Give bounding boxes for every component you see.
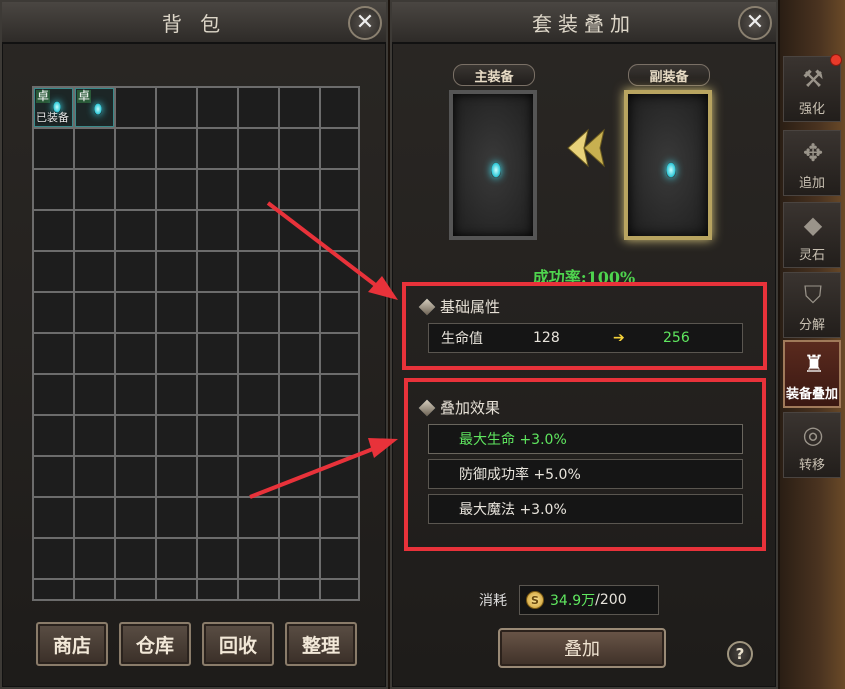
tab-label: 分解 <box>798 318 825 333</box>
bag-grid: 卓 已装备 卓 <box>32 86 360 601</box>
stack-close-button[interactable]: ✕ <box>738 6 772 40</box>
close-icon: ✕ <box>745 10 765 35</box>
close-icon: ✕ <box>355 10 375 35</box>
tab-label: 转移 <box>798 458 825 473</box>
recycle-button[interactable]: 回收 <box>202 622 274 666</box>
tab-append[interactable]: ✥ 追加 <box>783 130 841 196</box>
bag-close-button[interactable]: ✕ <box>348 6 382 40</box>
bag-title: 背 包 <box>2 2 386 44</box>
shop-button[interactable]: 商店 <box>36 622 108 666</box>
gold-coin-icon: S <box>526 591 544 609</box>
crystal-icon: ◆ <box>803 211 823 239</box>
tab-label: 灵石 <box>798 248 825 263</box>
double-chevron-left-icon <box>567 128 605 168</box>
stack-button[interactable]: 叠加 <box>498 628 666 668</box>
highlight-box-stack-effect <box>404 378 766 551</box>
tab-label: 追加 <box>798 176 825 191</box>
grade-badge: 卓 <box>36 89 51 103</box>
bag-slot-item[interactable]: 卓 <box>75 88 114 127</box>
bag-slot-equipped-item[interactable]: 卓 已装备 <box>34 88 73 127</box>
armor-icon: ♜ <box>803 350 825 378</box>
bag-panel: 背 包 ✕ 卓 已装备 卓 商店 仓库 回收 整理 <box>0 0 388 689</box>
warehouse-button[interactable]: 仓库 <box>119 622 191 666</box>
main-equip-label: 主装备 <box>453 64 535 86</box>
sub-equip-label: 副装备 <box>628 64 710 86</box>
hammer-icon: ⚒ <box>802 65 824 93</box>
tab-decompose[interactable]: ⛉ 分解 <box>783 272 841 338</box>
gem-icon <box>94 103 102 115</box>
gem-icon <box>491 162 501 178</box>
cost-box: S 34.9万/200 <box>519 585 659 615</box>
grade-badge: 卓 <box>77 89 92 103</box>
cost-label: 消耗 <box>479 593 507 609</box>
orb-icon: ◎ <box>802 421 824 449</box>
cost-required: 200 <box>599 592 627 608</box>
equipped-label: 已装备 <box>36 111 69 124</box>
stack-title: 套装叠加 <box>392 2 776 44</box>
sub-equip-slot[interactable] <box>624 90 712 240</box>
shield-icon: ⛉ <box>804 281 822 309</box>
tab-label: 强化 <box>798 102 825 117</box>
tab-label: 装备叠加 <box>785 387 838 402</box>
tab-spirit-stone[interactable]: ◆ 灵石 <box>783 202 841 268</box>
gem-icon <box>666 162 676 178</box>
main-equip-slot[interactable] <box>449 90 537 240</box>
compass-icon: ✥ <box>802 139 824 167</box>
cost-amount: 34.9万 <box>550 593 596 609</box>
sort-button[interactable]: 整理 <box>285 622 357 666</box>
help-button[interactable]: ? <box>727 641 753 667</box>
tab-enhance[interactable]: ⚒ 强化 <box>783 56 841 122</box>
tab-equip-stack[interactable]: ♜ 装备叠加 <box>783 340 841 408</box>
tab-transfer[interactable]: ◎ 转移 <box>783 412 841 478</box>
notification-dot <box>830 54 842 66</box>
highlight-box-base-attr <box>402 282 767 370</box>
